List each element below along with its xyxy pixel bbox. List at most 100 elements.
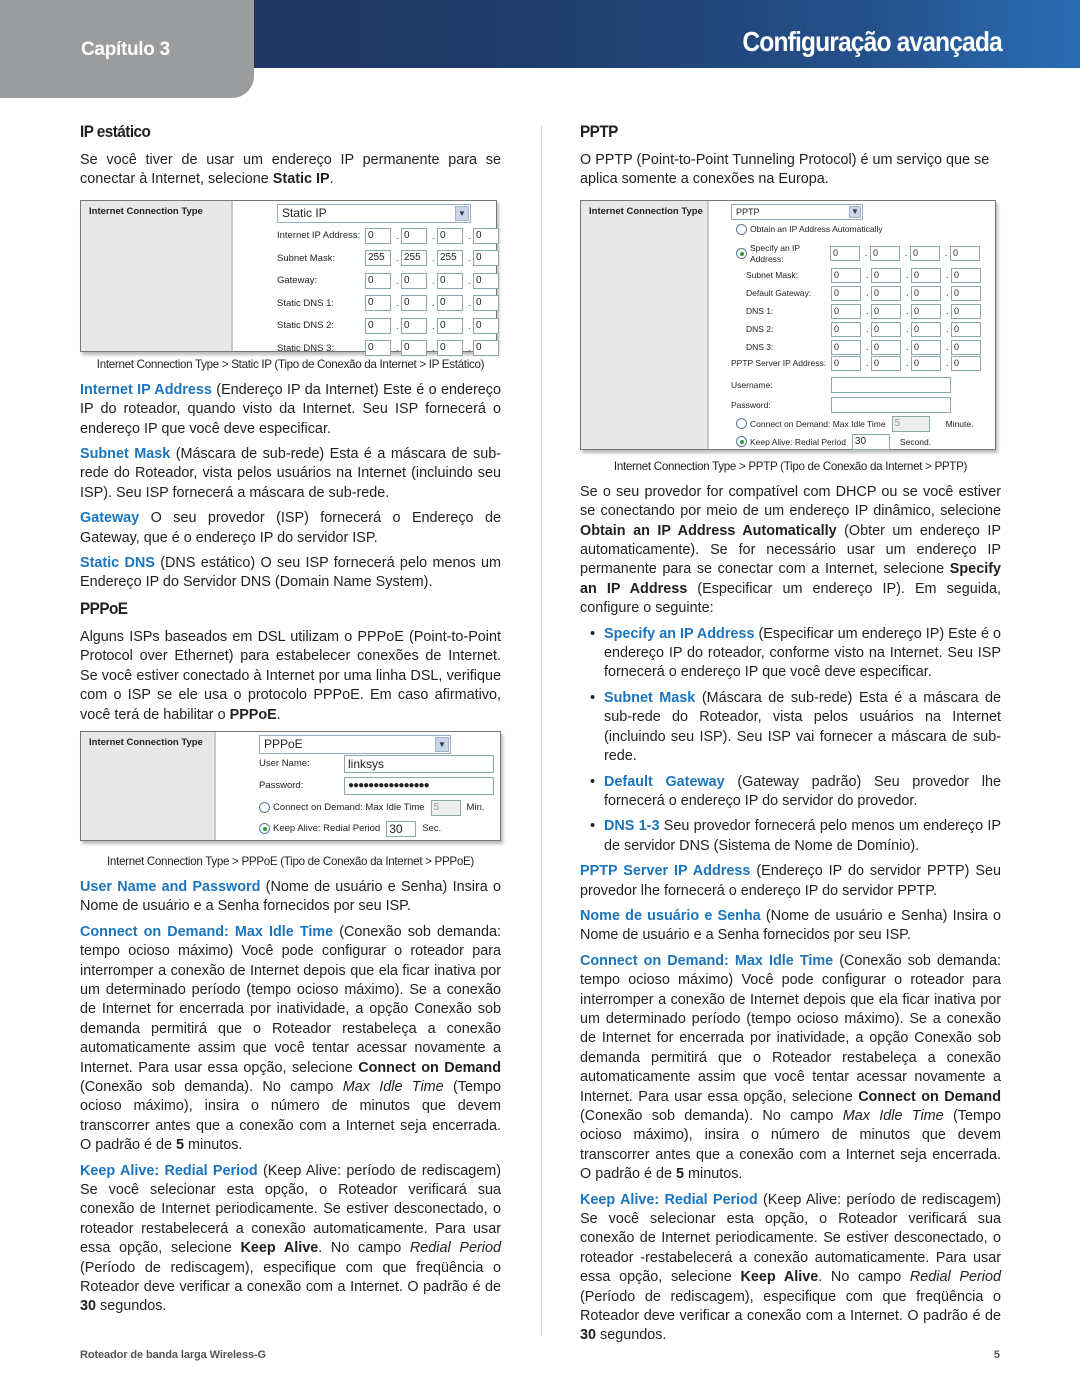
static-ip-field-row: Static DNS 2: 0. 0. 0. 0 — [277, 317, 504, 334]
ip-octet-input[interactable]: 0 — [911, 339, 941, 355]
ip-octet-input[interactable]: 0 — [831, 321, 861, 337]
static-ip-caption: Internet Connection Type > Static IP (Ti… — [96, 357, 485, 371]
ip-octet-input[interactable]: 0 — [831, 303, 861, 319]
definition-italic: Max Idle Time — [842, 1108, 944, 1124]
static-ip-definition: Static DNS (DNS estático) O seu ISP forn… — [80, 554, 501, 593]
octet-separator: . — [906, 342, 909, 353]
ip-octet-input[interactable]: 255 — [401, 250, 427, 267]
ip-octet-input[interactable]: 0 — [473, 250, 499, 267]
ip-octet-input[interactable]: 0 — [437, 340, 463, 357]
connect-on-demand-radio[interactable] — [736, 418, 747, 430]
ip-octet-input[interactable]: 0 — [951, 355, 981, 371]
connection-type-value: PPTP — [736, 206, 760, 217]
definition-bold: Keep Alive — [240, 1240, 319, 1257]
max-idle-time-input[interactable]: 5 — [891, 415, 930, 432]
ip-octet-input[interactable]: 255 — [437, 250, 463, 267]
pppoe-username-row: User Name: linksys — [259, 754, 494, 773]
ip-octet-input[interactable]: 0 — [831, 339, 861, 355]
ip-octet-input[interactable]: 0 — [950, 246, 980, 262]
password-label: Password: — [731, 399, 771, 410]
ip-octet-input[interactable]: 0 — [401, 317, 427, 334]
column-divider — [541, 126, 542, 1336]
chevron-down-icon: ▼ — [455, 205, 469, 221]
ip-octet-input[interactable]: 0 — [831, 267, 861, 283]
definition-italic: Max Idle Time — [342, 1078, 444, 1095]
redial-period-unit: Sec. — [422, 823, 442, 835]
keep-alive-label: Keep Alive: Redial Period — [273, 823, 381, 835]
ip-octet-input[interactable]: 0 — [951, 267, 981, 283]
redial-period-input[interactable]: 30 — [851, 433, 890, 450]
ip-octet-input[interactable]: 0 — [911, 355, 941, 371]
max-idle-time-unit: Min. — [466, 802, 485, 814]
ip-octet-input[interactable]: 0 — [951, 321, 981, 337]
connection-type-select[interactable]: PPPoE ▼ — [259, 734, 451, 754]
password-input[interactable]: ●●●●●●●●●●●●●●●● — [344, 776, 494, 795]
ip-octet-input[interactable]: 0 — [910, 246, 940, 262]
ip-octet-input[interactable]: 0 — [951, 303, 981, 319]
ip-octet-input[interactable]: 0 — [951, 285, 981, 301]
pptp-body: Se o seu provedor for compatível com DHC… — [580, 483, 1001, 619]
ip-octet-input[interactable]: 0 — [401, 227, 427, 244]
ip-octet-input[interactable]: 0 — [473, 272, 499, 289]
ip-octet-input[interactable]: 0 — [473, 227, 499, 244]
ip-octet-input[interactable]: 0 — [911, 285, 941, 301]
ip-octet-input[interactable]: 0 — [365, 227, 391, 244]
ip-octet-input[interactable]: 0 — [437, 272, 463, 289]
keep-alive-radio[interactable] — [259, 823, 270, 835]
max-idle-time-input[interactable]: 5 — [430, 799, 461, 816]
ip-octet-input[interactable]: 0 — [871, 285, 901, 301]
ip-octet-input[interactable]: 0 — [870, 246, 900, 262]
definition-bold: Connect on Demand — [358, 1059, 501, 1076]
username-input[interactable] — [831, 376, 951, 393]
specify-ip-radio[interactable] — [736, 248, 747, 260]
connect-on-demand-radio[interactable] — [259, 802, 270, 814]
keep-alive-radio[interactable] — [736, 436, 747, 448]
ip-octet-input[interactable]: 0 — [437, 317, 463, 334]
connection-type-select[interactable]: Static IP ▼ — [277, 203, 471, 223]
ip-octet-input[interactable]: 0 — [871, 355, 901, 371]
ip-octet-input[interactable]: 0 — [401, 272, 427, 289]
connection-type-select[interactable]: PPTP ▼ — [731, 203, 863, 220]
ip-octet-input[interactable]: 0 — [473, 295, 499, 312]
ip-octet-input[interactable]: 255 — [365, 250, 391, 267]
ip-octet-input[interactable]: 0 — [830, 246, 860, 262]
definition-text: Seu provedor fornecerá pelo menos um end… — [604, 818, 1001, 854]
redial-period-input[interactable]: 30 — [386, 820, 417, 837]
ip-octet-input[interactable]: 0 — [365, 340, 391, 357]
connect-on-demand-row: Connect on Demand: Max Idle Time 5 Minut… — [736, 415, 973, 432]
ip-octet-input[interactable]: 0 — [365, 317, 391, 334]
ip-octet-input[interactable]: 0 — [871, 303, 901, 319]
ip-octet-input[interactable]: 0 — [831, 285, 861, 301]
ip-octet-input[interactable]: 0 — [831, 355, 861, 371]
ip-octet-input[interactable]: 0 — [401, 340, 427, 357]
obtain-ip-label: Obtain an IP Address Automatically — [750, 224, 883, 235]
ip-octet-input[interactable]: 0 — [365, 295, 391, 312]
definition-italic: Redial Period — [409, 1240, 501, 1257]
ip-octet-input[interactable]: 0 — [871, 321, 901, 337]
definition-text: segundos. — [96, 1298, 167, 1315]
octet-separator: . — [468, 253, 471, 264]
ip-octet-input[interactable]: 0 — [437, 295, 463, 312]
ip-octet-input[interactable]: 0 — [401, 295, 427, 312]
ip-octet-input[interactable]: 0 — [365, 272, 391, 289]
connect-on-demand-label: Connect on Demand: Max Idle Time — [750, 418, 886, 429]
bullet-item: Specify an IP Address (Especificar um en… — [590, 625, 1001, 683]
obtain-ip-radio[interactable] — [736, 223, 747, 235]
ip-octet-input[interactable]: 0 — [871, 339, 901, 355]
ip-octet-input[interactable]: 0 — [951, 339, 981, 355]
ip-octet-input[interactable]: 0 — [473, 340, 499, 357]
username-input[interactable]: linksys — [344, 754, 494, 773]
ip-octet-input[interactable]: 0 — [437, 227, 463, 244]
pppoe-cod-def: Connect on Demand: Max Idle Time (Conexã… — [80, 923, 501, 1156]
ip-octet-input[interactable]: 0 — [871, 267, 901, 283]
ip-octet-input[interactable]: 0 — [473, 317, 499, 334]
pptp-server-def: PPTP Server IP Address (Endereço IP do s… — [580, 862, 1001, 901]
pptp-field-row: Default Gateway: 0. 0. 0. 0 — [746, 285, 986, 301]
ip-octet-input[interactable]: 0 — [911, 321, 941, 337]
definition-text: (Conexão sob demanda). No campo — [580, 1108, 843, 1124]
ip-octet-input[interactable]: 0 — [911, 303, 941, 319]
definition-term: User Name and Password — [80, 878, 261, 895]
definition-term: Nome de usuário e Senha — [580, 907, 761, 924]
password-input[interactable] — [831, 396, 951, 413]
ip-octet-input[interactable]: 0 — [911, 267, 941, 283]
